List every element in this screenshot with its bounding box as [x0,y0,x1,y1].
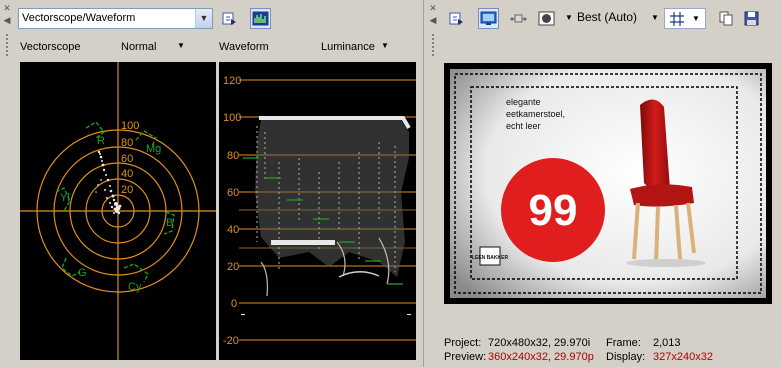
video-preview-frame[interactable]: elegante eetkamerstoel, echt leer 99 LEE… [444,63,772,304]
waveform-y-tick: 0 [231,298,237,310]
collapse-arrow-icon[interactable]: ◀ [429,16,437,25]
target-label-b: B [166,217,173,229]
copy-snapshot-button[interactable] [716,8,737,29]
frame-caption-line3: echt leer [506,121,541,131]
price-text: 99 [529,186,578,235]
preview-image: elegante eetkamerstoel, echt leer 99 LEE… [450,69,766,298]
vectorscope-mode-dropdown[interactable]: Normal [121,41,156,53]
ring-label: 100 [121,120,139,132]
preview-quality-dropdown[interactable]: Best (Auto) [577,10,637,24]
waveform-y-tick: 80 [227,150,239,162]
ring-label: 60 [121,153,133,165]
waveform-y-tick: 120 [223,75,241,87]
waveform-y-tick: 40 [227,224,239,236]
waveform-mode-chevron-icon[interactable]: ▼ [381,41,389,50]
preview-value: 360x240x32, 29.970p [488,351,594,363]
histogram-icon [252,11,269,26]
svg-text:LEEN BAKKER: LEEN BAKKER [472,255,509,261]
waveform-display: 120 100 80 60 40 20 0 -20 [219,62,416,360]
split-view-icon [510,14,527,23]
waveform-y-tick: 60 [227,187,239,199]
scope-type-dropdown[interactable]: Vectorscope/Waveform ▼ [18,8,213,29]
grid-chevron-icon[interactable]: ▼ [692,14,700,23]
project-value: 720x480x32, 29.970i [488,337,591,349]
frame-label: Frame: [606,337,641,349]
waveform-title: Waveform [219,41,269,53]
video-preview-panel: ✕ ◀ ▼ Best (Auto) ▼ ▼ elegante eetkamers… [426,0,781,367]
vectorscope-title: Vectorscope [20,41,81,53]
frame-caption-line1: elegante [506,97,541,107]
target-label-mg: Mg [146,143,161,155]
vectorscope-display: 100 80 60 40 20 Mg R Yl B G Cy [20,62,216,360]
frame-value: 2,013 [653,337,681,349]
overlays-icon [538,11,555,26]
waveform-mode-dropdown[interactable]: Luminance [321,41,375,53]
target-label-r: R [97,135,105,147]
waveform-y-tick: -20 [223,335,239,347]
ring-label: 20 [121,184,133,196]
panel-grip-handle[interactable] [6,34,9,58]
external-monitor-button[interactable] [478,8,499,29]
panel-grip-handle[interactable] [432,34,435,58]
video-scopes-panel: ✕ ◀ Vectorscope/Waveform ▼ Vectorscope N… [0,0,424,367]
preview-label: Preview: [444,351,487,363]
close-icon[interactable]: ✕ [429,4,437,13]
grid-icon [670,11,685,26]
chevron-down-icon[interactable]: ▼ [195,9,212,28]
settings-button[interactable] [219,8,240,29]
frame-caption-line2: eetkamerstoel, [506,109,565,119]
save-snapshot-button[interactable] [741,8,762,29]
ring-label: 40 [121,168,133,180]
overlays-chevron-icon[interactable]: ▼ [565,13,573,22]
floppy-disk-icon [744,11,759,26]
target-label-cy: Cy [128,281,142,293]
properties-icon [449,12,463,25]
copy-icon [719,11,733,26]
collapse-arrow-icon[interactable]: ◀ [3,16,11,25]
preview-properties-button[interactable] [446,8,467,29]
grid-overlay-button[interactable]: ▼ [664,8,706,29]
waveform-y-tick: 20 [227,261,239,273]
split-screen-button[interactable] [508,8,529,29]
vectorscope-graph: 100 80 60 40 20 Mg R Yl B G Cy [20,62,216,360]
vectorscope-mode-chevron-icon[interactable]: ▼ [177,41,185,50]
target-label-g: G [78,267,87,279]
overlays-button[interactable] [536,8,557,29]
monitor-icon [480,11,497,25]
video-scopes-window: ✕ ◀ Vectorscope/Waveform ▼ Vectorscope N… [0,0,781,367]
settings-icon [222,12,236,25]
update-from-preview-button[interactable] [250,8,271,29]
waveform-graph: 120 100 80 60 40 20 0 -20 [223,75,416,347]
display-label: Display: [606,351,646,363]
scope-type-value: Vectorscope/Waveform [22,12,136,24]
quality-chevron-icon[interactable]: ▼ [651,13,659,22]
waveform-y-tick: 100 [223,112,241,124]
ring-label: 80 [121,137,133,149]
waveform-trace [255,116,411,297]
display-value: 327x240x32 [653,351,713,363]
close-icon[interactable]: ✕ [3,4,11,13]
target-label-yl: Yl [60,192,70,204]
project-label: Project: [444,337,482,349]
